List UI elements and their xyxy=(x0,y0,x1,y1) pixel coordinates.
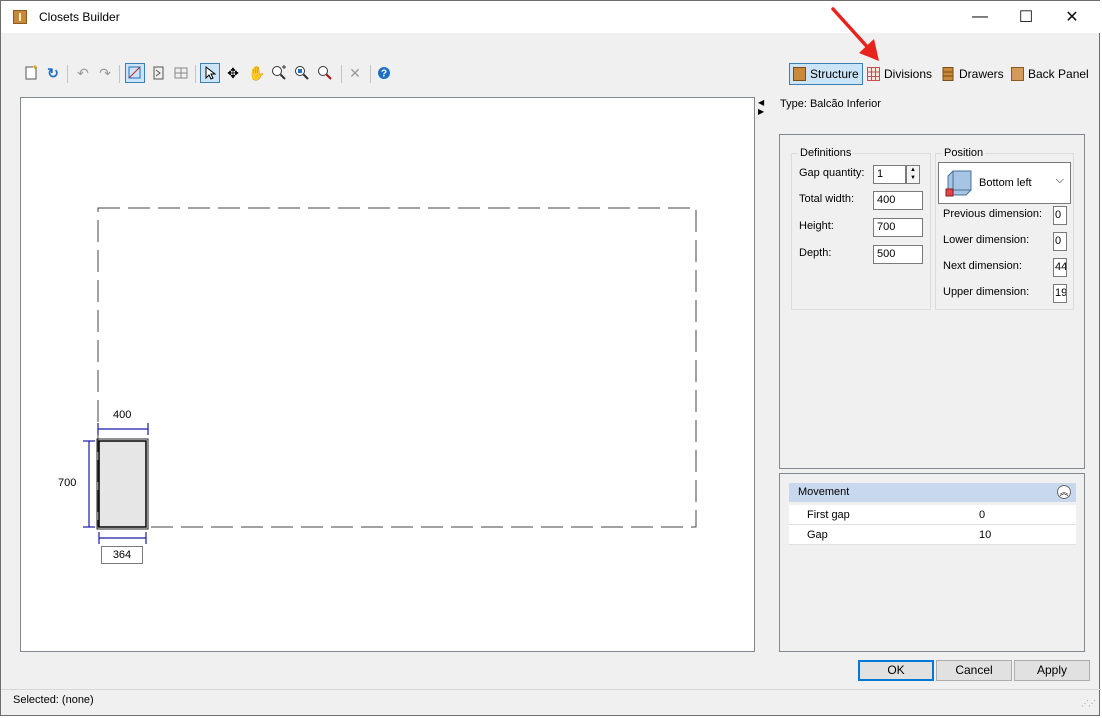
toolbar-separator xyxy=(195,65,196,83)
closets-builder-window: Closets Builder — ☐ ✕ ↻ ↶ ↷ ✥ ✋ ✕ ? Stru… xyxy=(0,0,1101,716)
width-dimension-line xyxy=(97,423,149,435)
cabinet-drawing xyxy=(83,207,697,544)
toolbar: ↻ ↶ ↷ ✥ ✋ ✕ ? Structure Divisions Drawer… xyxy=(1,59,1101,89)
annotation-arrow-icon xyxy=(831,7,879,61)
gap-value[interactable]: 10 xyxy=(979,529,991,541)
status-bar: Selected: (none) ⋰⋰ xyxy=(1,689,1101,710)
gap-label: Gap xyxy=(807,529,828,541)
back-panel-icon xyxy=(1011,67,1024,81)
bottom-dimension-input[interactable]: 364 xyxy=(101,546,143,564)
lower-dimension-label: Lower dimension: xyxy=(943,234,1030,246)
toolbar-separator xyxy=(67,65,68,83)
close-button[interactable]: ✕ xyxy=(1049,1,1095,33)
maximize-button[interactable]: ☐ xyxy=(1003,1,1049,33)
zoom-in-icon[interactable] xyxy=(269,63,289,83)
height-dimension-label: 700 xyxy=(58,477,77,489)
move-icon[interactable]: ✥ xyxy=(223,63,243,83)
tab-drawers[interactable]: Drawers xyxy=(942,63,1004,85)
first-gap-label: First gap xyxy=(807,509,850,521)
tab-divisions-label: Divisions xyxy=(884,67,933,81)
position-selected-label: Bottom left xyxy=(979,177,1032,189)
collapse-icon[interactable]: ︽ xyxy=(1057,485,1071,499)
cabinet-outline xyxy=(97,207,697,528)
position-legend: Position xyxy=(944,147,984,159)
tab-back-panel[interactable]: Back Panel xyxy=(1011,63,1089,85)
next-dimension-label: Next dimension: xyxy=(943,260,1022,272)
draw-structure-icon[interactable] xyxy=(125,63,145,83)
next-dimension-input[interactable]: 44 xyxy=(1053,258,1067,277)
grid-icon[interactable] xyxy=(171,63,191,83)
total-width-label: Total width: xyxy=(799,193,855,205)
apply-button[interactable]: Apply xyxy=(1014,660,1090,681)
movement-header[interactable]: Movement ︽ xyxy=(789,483,1076,502)
height-input[interactable]: 700 xyxy=(873,218,923,237)
redo-icon[interactable]: ↷ xyxy=(95,63,115,83)
ok-button[interactable]: OK xyxy=(858,660,934,681)
gap-module xyxy=(98,440,147,528)
drawing-canvas[interactable]: 400 700 364 xyxy=(20,97,755,652)
minimize-button[interactable]: — xyxy=(957,1,1003,33)
depth-input[interactable]: 500 xyxy=(873,245,923,264)
closet-app-icon xyxy=(13,10,27,24)
delete-icon[interactable]: ✕ xyxy=(345,63,365,83)
movement-row[interactable]: Gap 10 xyxy=(789,525,1076,545)
tab-back-panel-label: Back Panel xyxy=(1028,67,1089,81)
movement-panel: Movement ︽ First gap 0 Gap 10 xyxy=(779,473,1085,652)
zoom-fit-icon[interactable] xyxy=(292,63,312,83)
position-select[interactable]: Bottom left ⌵ xyxy=(938,162,1071,204)
toolbar-separator xyxy=(370,65,371,83)
window-title: Closets Builder xyxy=(39,10,120,24)
undo-icon[interactable]: ↶ xyxy=(73,63,93,83)
width-dimension-label: 400 xyxy=(113,409,132,421)
refresh-icon[interactable]: ↻ xyxy=(43,63,63,83)
help-icon[interactable]: ? xyxy=(374,63,394,83)
tab-structure-label: Structure xyxy=(810,67,859,81)
divider-icon[interactable] xyxy=(149,63,169,83)
svg-text:?: ? xyxy=(381,69,387,80)
first-gap-value[interactable]: 0 xyxy=(979,509,985,521)
pan-hand-icon[interactable]: ✋ xyxy=(247,63,267,83)
gap-quantity-stepper[interactable]: ▲ ▼ xyxy=(906,165,920,184)
toolbar-separator xyxy=(119,65,120,83)
bottom-left-position-icon xyxy=(945,170,972,197)
tab-structure[interactable]: Structure xyxy=(789,63,863,85)
drawers-icon xyxy=(942,67,954,81)
divisions-icon xyxy=(867,67,880,81)
title-bar: Closets Builder — ☐ ✕ xyxy=(1,1,1101,33)
select-pointer-icon[interactable] xyxy=(200,63,220,83)
resize-grip-icon[interactable]: ⋰⋰ xyxy=(1081,699,1096,708)
previous-dimension-label: Previous dimension: xyxy=(943,208,1043,220)
upper-dimension-input[interactable]: 19 xyxy=(1053,284,1067,303)
zoom-icon[interactable] xyxy=(315,63,335,83)
bottom-dimension-line xyxy=(98,532,147,544)
toolbar-separator xyxy=(341,65,342,83)
structure-icon xyxy=(793,67,806,81)
tab-divisions[interactable]: Divisions xyxy=(867,63,932,85)
gap-quantity-input[interactable]: 1 xyxy=(873,165,906,184)
type-label: Type: Balcão Inferior xyxy=(780,98,881,110)
height-dimension-line xyxy=(83,440,95,528)
lower-dimension-input[interactable]: 0 xyxy=(1053,232,1067,251)
status-text: Selected: (none) xyxy=(13,694,94,706)
gap-quantity-label: Gap quantity: xyxy=(799,167,865,179)
tab-drawers-label: Drawers xyxy=(959,67,1004,81)
panel-collapse-toggle[interactable]: ◀ ▶ xyxy=(758,98,764,116)
movement-row[interactable]: First gap 0 xyxy=(789,505,1076,525)
upper-dimension-label: Upper dimension: xyxy=(943,286,1030,298)
definitions-legend: Definitions xyxy=(800,147,852,159)
movement-title: Movement xyxy=(798,486,850,498)
depth-label: Depth: xyxy=(799,247,832,259)
chevron-down-icon: ⌵ xyxy=(1055,174,1064,186)
total-width-input[interactable]: 400 xyxy=(873,191,923,210)
height-label: Height: xyxy=(799,220,834,232)
previous-dimension-input[interactable]: 0 xyxy=(1053,206,1067,225)
cancel-button[interactable]: Cancel xyxy=(936,660,1012,681)
new-icon[interactable] xyxy=(21,63,41,83)
